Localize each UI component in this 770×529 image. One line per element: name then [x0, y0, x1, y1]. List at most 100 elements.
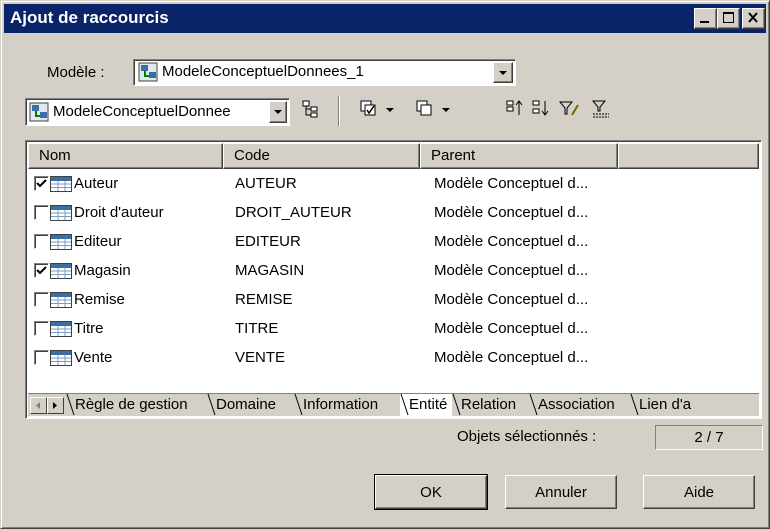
- cell-parent: Modèle Conceptuel d...: [434, 291, 589, 308]
- maximize-button[interactable]: [717, 8, 740, 29]
- model-select-value: ModeleConceptuelDonnees_1: [162, 63, 364, 80]
- tab-lien-d-a[interactable]: Lien d'a: [630, 394, 700, 416]
- minimize-button[interactable]: [694, 8, 717, 29]
- entity-icon: [50, 292, 72, 308]
- cell-name: Vente: [74, 349, 113, 366]
- column-header-name[interactable]: Nom: [28, 143, 223, 169]
- cell-code: TITRE: [235, 320, 279, 337]
- filter-edit-icon: [558, 101, 579, 116]
- cell-parent: Modèle Conceptuel d...: [434, 233, 589, 250]
- cell-parent: Modèle Conceptuel d...: [434, 175, 589, 192]
- row-checkbox[interactable]: [34, 234, 49, 249]
- maximize-icon: [723, 12, 734, 23]
- arrow-left-icon: [36, 402, 40, 409]
- table-row[interactable]: Titre TITRE Modèle Conceptuel d...: [28, 315, 758, 344]
- column-header-code[interactable]: Code: [223, 143, 420, 169]
- help-button[interactable]: Aide: [643, 475, 755, 509]
- column-header-parent[interactable]: Parent: [420, 143, 618, 169]
- minimize-icon: [700, 21, 709, 23]
- close-button[interactable]: [742, 8, 765, 29]
- row-checkbox[interactable]: [34, 263, 49, 278]
- table-row[interactable]: Editeur EDITEUR Modèle Conceptuel d...: [28, 228, 758, 257]
- entity-icon: [50, 176, 72, 192]
- cell-name: Editeur: [74, 233, 122, 250]
- checkmark-icon: [36, 179, 47, 188]
- tab-label: Lien d'a: [639, 396, 692, 413]
- table-row[interactable]: Magasin MAGASIN Modèle Conceptuel d...: [28, 257, 758, 286]
- tab-label: Entité: [409, 396, 448, 413]
- objects-list[interactable]: Nom Code Parent Auteur AUTEUR Modèle Conce…: [25, 140, 762, 419]
- package-dropdown-arrow-icon[interactable]: [269, 101, 287, 123]
- tab-relation[interactable]: Relation: [452, 394, 529, 416]
- row-checkbox[interactable]: [34, 292, 49, 307]
- row-checkbox[interactable]: [34, 350, 49, 365]
- cell-name: Remise: [74, 291, 125, 308]
- cell-code: VENTE: [235, 349, 286, 366]
- tab-label: Relation: [461, 396, 517, 413]
- row-checkbox[interactable]: [34, 176, 49, 191]
- checkmark-icon: [36, 266, 47, 275]
- cell-code: EDITEUR: [235, 233, 301, 250]
- tab-domaine[interactable]: Domaine: [207, 394, 294, 416]
- arrow-right-icon: [53, 402, 57, 409]
- tab-label: Règle de gestion: [75, 396, 188, 413]
- include-subpackages-icon: [302, 100, 318, 118]
- dialog-window: Ajout de raccourcis Modèle : ModeleConce…: [0, 0, 770, 529]
- move-top-icon: [506, 100, 523, 115]
- cell-parent: Modèle Conceptuel d...: [434, 320, 589, 337]
- cell-parent: Modèle Conceptuel d...: [434, 204, 589, 221]
- tab-scroll-left-button[interactable]: [30, 397, 47, 414]
- tab-entit-[interactable]: Entité: [400, 394, 452, 416]
- cell-name: Titre: [74, 320, 104, 337]
- selected-objects-label: Objets sélectionnés :: [457, 428, 597, 445]
- table-row[interactable]: Auteur AUTEUR Modèle Conceptuel d...: [28, 170, 758, 199]
- row-checkbox[interactable]: [34, 321, 49, 336]
- cell-code: AUTEUR: [235, 175, 297, 192]
- deselect-all-button[interactable]: [414, 97, 454, 123]
- cell-parent: Modèle Conceptuel d...: [434, 262, 589, 279]
- column-header-filler: [618, 143, 759, 169]
- title-bar[interactable]: Ajout de raccourcis: [4, 4, 766, 33]
- filter-edit-button[interactable]: [558, 97, 582, 123]
- table-row[interactable]: Droit d'auteur DROIT_AUTEUR Modèle Concept…: [28, 199, 758, 228]
- filter-clear-icon: [591, 100, 609, 118]
- package-select-value: ModeleConceptuelDonnee: [53, 103, 231, 120]
- cell-name: Auteur: [74, 175, 119, 192]
- window-title: Ajout de raccourcis: [10, 8, 169, 27]
- tab-information[interactable]: Information: [294, 394, 400, 416]
- include-subpackages-button[interactable]: [301, 97, 321, 123]
- move-bottom-icon: [532, 100, 549, 116]
- entity-icon: [50, 350, 72, 366]
- deselect-all-icon: [416, 100, 432, 116]
- model-icon: [138, 62, 158, 82]
- cell-name: Magasin: [74, 262, 131, 279]
- cancel-button[interactable]: Annuler: [505, 475, 617, 509]
- cell-name: Droit d'auteur: [74, 204, 164, 221]
- model-icon: [29, 102, 49, 122]
- select-all-icon: [360, 100, 376, 116]
- cell-code: MAGASIN: [235, 262, 305, 279]
- filter-clear-button[interactable]: [591, 97, 615, 123]
- move-bottom-button[interactable]: [531, 97, 551, 123]
- tab-r-gle-de-gestion[interactable]: Règle de gestion: [66, 394, 207, 416]
- model-select[interactable]: ModeleConceptuelDonnees_1: [133, 59, 516, 86]
- tab-label: Domaine: [216, 396, 277, 413]
- move-top-button[interactable]: [505, 97, 525, 123]
- model-dropdown-arrow-icon[interactable]: [493, 62, 513, 83]
- cell-code: REMISE: [235, 291, 293, 308]
- model-label: Modèle :: [47, 64, 105, 81]
- cell-parent: Modèle Conceptuel d...: [434, 349, 589, 366]
- select-all-button[interactable]: [358, 97, 398, 123]
- row-checkbox[interactable]: [34, 205, 49, 220]
- toolbar-separator: [338, 96, 340, 126]
- table-row[interactable]: Remise REMISE Modèle Conceptuel d...: [28, 286, 758, 315]
- selected-objects-count: 2 / 7: [655, 425, 763, 450]
- package-select[interactable]: ModeleConceptuelDonnee: [25, 98, 290, 126]
- tab-scroll-right-button[interactable]: [47, 397, 64, 414]
- table-row[interactable]: Vente VENTE Modèle Conceptuel d...: [28, 344, 758, 373]
- entity-icon: [50, 263, 72, 279]
- tab-association[interactable]: Association: [529, 394, 630, 416]
- tab-label: Association: [538, 396, 615, 413]
- ok-button[interactable]: OK: [374, 474, 488, 510]
- entity-icon: [50, 205, 72, 221]
